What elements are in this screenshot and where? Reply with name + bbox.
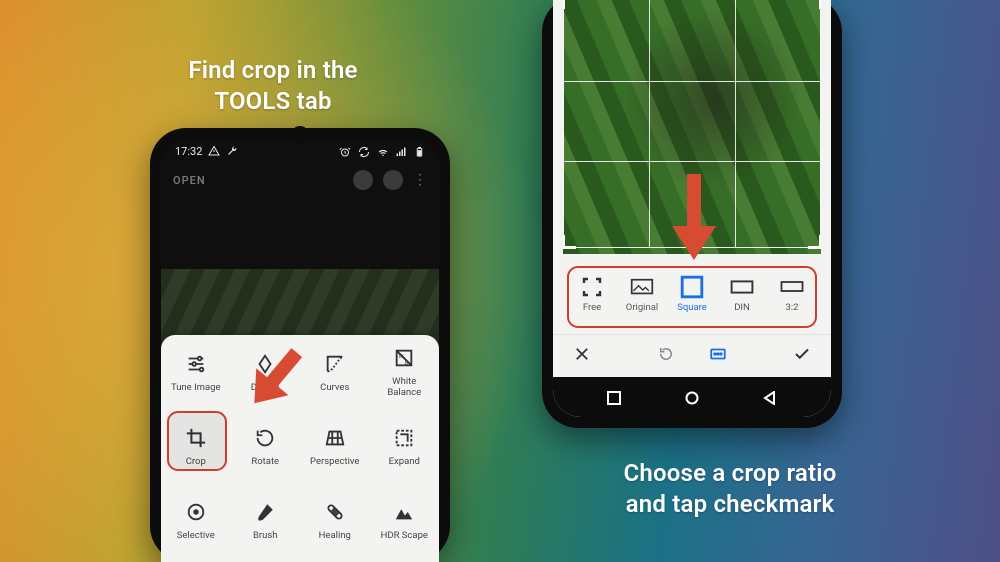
tool-label: Rotate bbox=[251, 456, 279, 467]
open-label: OPEN bbox=[173, 174, 206, 187]
brush-icon bbox=[253, 500, 277, 524]
ratio-original[interactable]: Original bbox=[626, 278, 658, 313]
svg-text:W: W bbox=[399, 354, 404, 360]
tool-label: Details bbox=[251, 382, 280, 393]
original-icon bbox=[630, 278, 654, 296]
ratio-label: Square bbox=[677, 302, 707, 313]
free-icon bbox=[580, 278, 604, 296]
crop-handle-bl[interactable] bbox=[563, 235, 576, 249]
healing-icon bbox=[323, 500, 347, 524]
tool-label: White Balance bbox=[387, 376, 421, 398]
ratio-label: DIN bbox=[734, 302, 750, 313]
din-icon bbox=[730, 278, 754, 296]
wrench-icon bbox=[226, 145, 238, 157]
undo-icon bbox=[353, 170, 373, 190]
crop-photo-area[interactable] bbox=[563, 0, 821, 254]
ratio-din[interactable]: DIN bbox=[730, 278, 754, 313]
editor-header: OPEN ⋮ bbox=[161, 163, 439, 197]
tool-curves[interactable]: Curves bbox=[320, 352, 349, 393]
tool-selective[interactable]: Selective bbox=[177, 500, 215, 541]
caption-ratio: Choose a crop ratio and tap checkmark bbox=[560, 458, 900, 519]
ratio-label: Original bbox=[626, 302, 658, 313]
crop-handle-br[interactable] bbox=[808, 235, 821, 249]
tool-label: Tune Image bbox=[171, 382, 221, 393]
crop-icon bbox=[184, 426, 208, 450]
ratio-free[interactable]: Free bbox=[580, 278, 604, 313]
caption-tools: Find crop in the TOOLS tab bbox=[118, 55, 428, 116]
perspective-icon bbox=[323, 426, 347, 450]
tool-label: Crop bbox=[186, 456, 206, 467]
cancel-button[interactable] bbox=[573, 345, 591, 367]
crop-action-bar bbox=[553, 334, 831, 377]
ratio-3-2[interactable]: 3:2 bbox=[780, 278, 804, 313]
crop-gridline-h2 bbox=[563, 161, 821, 162]
tool-label: Expand bbox=[389, 456, 420, 467]
curves-icon bbox=[323, 352, 347, 376]
hdr-icon bbox=[392, 500, 416, 524]
status-time: 17:32 bbox=[175, 145, 202, 158]
tool-details[interactable]: Details bbox=[251, 352, 280, 393]
battery-icon bbox=[414, 146, 425, 158]
tool-white-balance[interactable]: WB White Balance bbox=[387, 346, 421, 398]
nav-back[interactable] bbox=[763, 390, 777, 404]
tool-label: Healing bbox=[319, 530, 351, 541]
crop-gridline-h1 bbox=[563, 81, 821, 82]
crop-handle-tl[interactable] bbox=[563, 0, 576, 9]
tool-rotate[interactable]: Rotate bbox=[251, 426, 279, 467]
phone-tools: 17:32 OPEN ⋮ bbox=[150, 128, 450, 562]
svg-text:B: B bbox=[405, 360, 409, 366]
status-bar: 17:32 bbox=[161, 139, 439, 163]
more-icon: ⋮ bbox=[413, 172, 427, 188]
rotate-icon bbox=[253, 426, 277, 450]
tool-label: Perspective bbox=[310, 456, 359, 467]
phone-crop: Free Original Square DIN 3:2 bbox=[542, 0, 842, 428]
crop-gridline-v1 bbox=[649, 0, 650, 248]
alarm-icon bbox=[339, 146, 351, 158]
sliders-icon bbox=[184, 352, 208, 376]
nav-home[interactable] bbox=[685, 390, 699, 404]
crop-ratio-row: Free Original Square DIN 3:2 bbox=[567, 266, 817, 324]
ratio-square[interactable]: Square bbox=[677, 278, 707, 313]
tools-sheet: Tune Image Details Curves WB White Balan… bbox=[161, 335, 439, 562]
tool-label: Brush bbox=[253, 530, 278, 541]
r32-icon bbox=[780, 278, 804, 296]
rotate-button[interactable] bbox=[657, 345, 675, 367]
expand-icon bbox=[392, 426, 416, 450]
tool-perspective[interactable]: Perspective bbox=[310, 426, 359, 467]
sync-icon bbox=[358, 146, 370, 158]
nav-recent[interactable] bbox=[607, 390, 621, 404]
ratio-label: Free bbox=[583, 302, 601, 313]
aspect-button[interactable] bbox=[709, 345, 727, 367]
crop-outline[interactable] bbox=[563, 0, 821, 248]
tool-label: Curves bbox=[320, 382, 349, 393]
confirm-button[interactable] bbox=[793, 345, 811, 367]
info-icon bbox=[383, 170, 403, 190]
tool-healing[interactable]: Healing bbox=[319, 500, 351, 541]
tool-hdr-scape[interactable]: HDR Scape bbox=[381, 500, 428, 541]
tool-brush[interactable]: Brush bbox=[253, 500, 278, 541]
selective-icon bbox=[184, 500, 208, 524]
tool-crop[interactable]: Crop bbox=[184, 426, 208, 467]
square-icon bbox=[680, 278, 704, 296]
wifi-icon bbox=[377, 146, 389, 158]
ratio-label: 3:2 bbox=[786, 302, 799, 313]
warning-icon bbox=[208, 145, 220, 157]
tool-label: Selective bbox=[177, 530, 215, 541]
details-icon bbox=[253, 352, 277, 376]
signal-icon bbox=[395, 146, 407, 158]
crop-handle-tr[interactable] bbox=[808, 0, 821, 9]
crop-gridline-v2 bbox=[735, 0, 736, 248]
tool-tune-image[interactable]: Tune Image bbox=[171, 352, 221, 393]
android-nav-bar bbox=[553, 377, 831, 417]
white-balance-icon: WB bbox=[392, 346, 416, 370]
tool-expand[interactable]: Expand bbox=[389, 426, 420, 467]
tool-label: HDR Scape bbox=[381, 530, 428, 541]
